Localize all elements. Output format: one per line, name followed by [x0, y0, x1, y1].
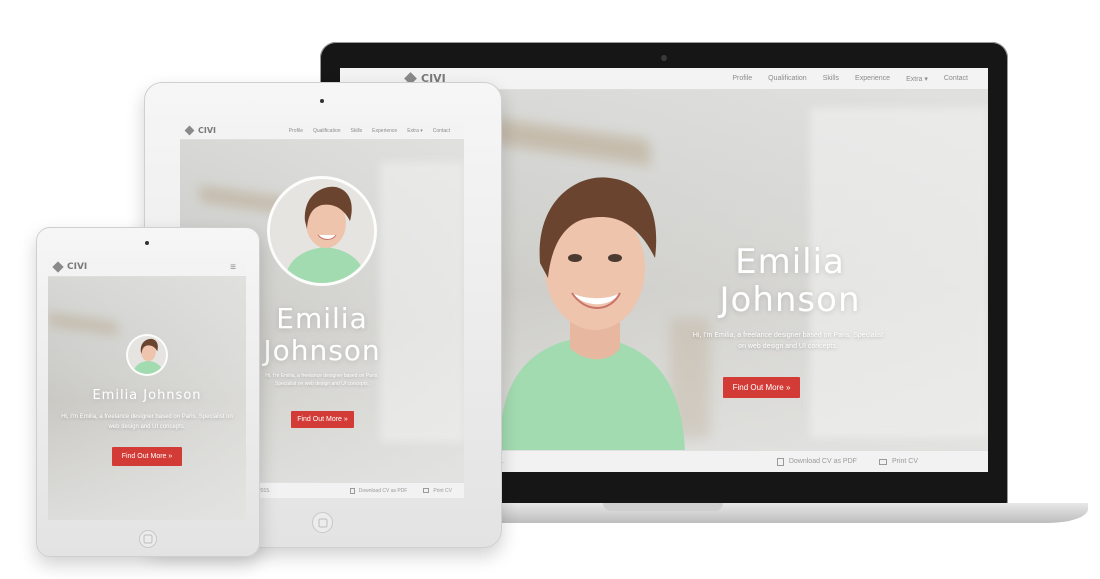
nav-extra-dropdown[interactable]: Extra ▾: [407, 128, 423, 134]
print-cv-link[interactable]: Print CV: [423, 488, 452, 494]
profile-avatar: [267, 176, 377, 286]
mini-tablet-navbar: CIVI ≡: [48, 258, 246, 277]
nav-skills[interactable]: Skills: [823, 75, 839, 83]
print-cv-link[interactable]: Print CV: [878, 458, 918, 465]
tablet-navbar: CIVI Profile Qualification Skills Experi…: [180, 122, 464, 140]
nav-skills[interactable]: Skills: [351, 128, 363, 134]
site-logo[interactable]: CIVI: [184, 125, 216, 136]
nav-profile[interactable]: Profile: [732, 75, 752, 83]
diamond-logo-icon: [184, 125, 195, 136]
laptop-camera: [661, 55, 667, 61]
diamond-logo-icon: [52, 261, 64, 273]
mini-tablet-home-button[interactable]: [139, 530, 157, 548]
nav-contact[interactable]: Contact: [944, 75, 968, 83]
nav-profile[interactable]: Profile: [289, 128, 303, 134]
hero-tagline: Hi, I'm Emilia, a freelance designer bas…: [61, 414, 233, 430]
site-logo[interactable]: CIVI: [52, 261, 87, 273]
download-cv-link[interactable]: Download CV as PDF: [776, 457, 857, 466]
printer-icon: [423, 488, 430, 493]
hamburger-icon[interactable]: ≡: [230, 262, 236, 273]
hero-name-last: Johnson: [719, 280, 861, 320]
find-out-more-button[interactable]: Find Out More »: [723, 377, 800, 398]
nav-experience[interactable]: Experience: [372, 128, 397, 134]
mini-tablet-screen: CIVI ≡ Emilia Johnson Hi, I'm Emilia, a …: [48, 258, 246, 520]
download-cv-link[interactable]: Download CV as PDF: [349, 487, 407, 494]
nav-experience[interactable]: Experience: [855, 75, 890, 83]
file-icon: [349, 487, 355, 494]
laptop-notch: [603, 503, 723, 511]
tablet-home-button[interactable]: [312, 512, 333, 533]
hero-name-full: Emilia Johnson: [92, 388, 202, 403]
file-icon: [776, 457, 784, 466]
mini-tablet-camera: [145, 241, 149, 245]
find-out-more-button[interactable]: Find Out More »: [112, 447, 182, 466]
nav-qualification[interactable]: Qualification: [313, 128, 341, 134]
nav-extra-dropdown[interactable]: Extra ▾: [906, 75, 928, 83]
nav-contact[interactable]: Contact: [433, 128, 450, 134]
hero-tagline: Hi, I'm Emilia, a freelance designer bas…: [692, 332, 884, 350]
printer-icon: [878, 458, 887, 465]
laptop-nav-links: Profile Qualification Skills Experience …: [714, 75, 968, 83]
nav-qualification[interactable]: Qualification: [768, 75, 807, 83]
tablet-camera: [320, 99, 324, 103]
hero-tagline: Hi, I'm Emilia, a freelance designer bas…: [265, 373, 379, 387]
tablet-nav-links: Profile Qualification Skills Experience …: [279, 128, 450, 134]
profile-avatar: [126, 334, 168, 376]
hero-name-first: Emilia: [735, 242, 845, 282]
find-out-more-button[interactable]: Find Out More »: [291, 411, 354, 428]
